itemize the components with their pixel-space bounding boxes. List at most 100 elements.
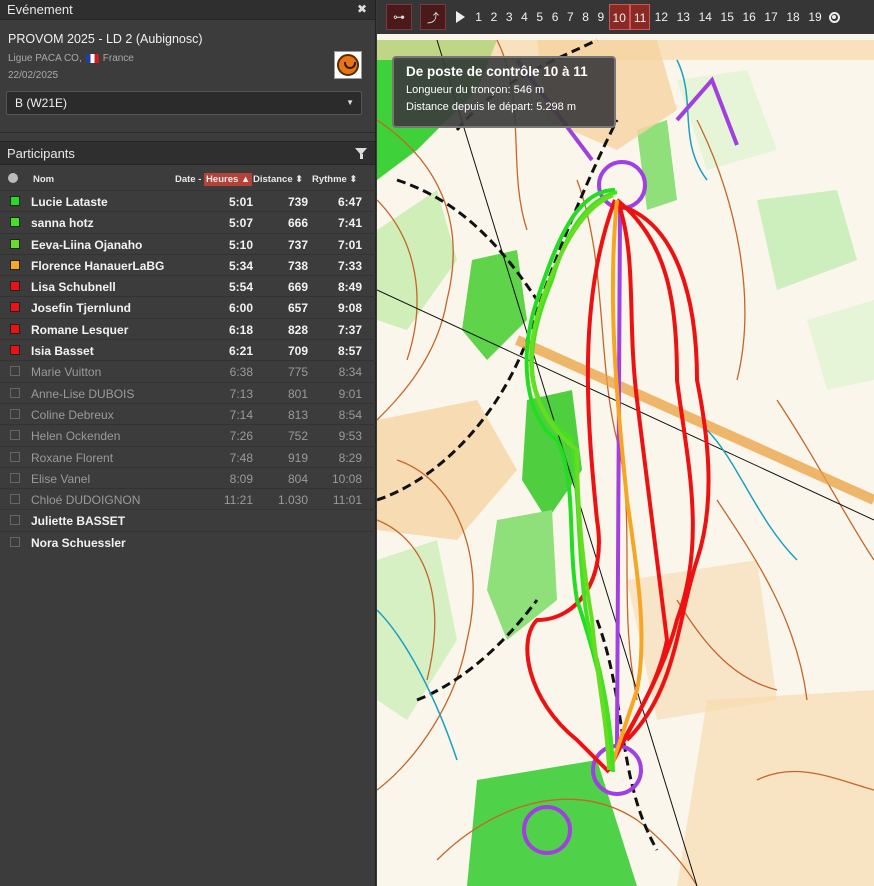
leg-button-18[interactable]: 18 [782,4,804,30]
column-header-distance[interactable]: Distance ⬍ [253,174,303,185]
leg-button-19[interactable]: 19 [804,4,826,30]
participant-checkbox[interactable] [10,196,20,206]
leg-button-9[interactable]: 9 [593,4,608,30]
participant-name: Romane Lesquer [31,322,129,337]
leg-split-icon[interactable]: ⊶ [386,4,412,30]
participant-distance: 813 [287,407,308,422]
map-canvas [377,38,874,886]
participant-distance: 919 [287,450,308,465]
category-select[interactable]: B (W21E) ▼ [6,91,362,115]
participant-pace: 7:01 [337,237,362,252]
participant-distance: 775 [287,365,308,380]
column-header-time[interactable]: Date - Heures ▲ [175,173,253,186]
participant-checkbox[interactable] [10,472,20,483]
table-row[interactable]: Helen Ockenden 7:26 752 9:53 [0,424,376,445]
participant-pace: 7:41 [337,216,362,231]
participant-checkbox[interactable] [10,430,20,441]
participant-pace: 7:37 [337,322,362,337]
column-header-name[interactable]: Nom [33,174,54,185]
participant-checkbox[interactable] [10,515,20,526]
participant-distance: 752 [287,429,308,444]
table-row[interactable]: Isia Basset 6:21 709 8:57 [0,339,376,360]
participant-pace: 7:33 [337,258,362,273]
participant-distance: 666 [287,216,308,231]
participant-time: 7:13 [229,386,253,401]
leg-button-6[interactable]: 6 [547,4,562,30]
table-row[interactable]: Juliette BASSET [0,509,376,530]
participant-name: Eeva-Liina Ojanaho [31,237,143,252]
control-10[interactable] [597,160,647,210]
leg-button-8[interactable]: 8 [578,4,593,30]
leg-button-7[interactable]: 7 [563,4,578,30]
participant-checkbox[interactable] [10,238,20,249]
table-row[interactable]: Romane Lesquer 6:18 828 7:37 [0,317,376,339]
leg-button-4[interactable]: 4 [517,4,532,30]
participant-pace: 9:01 [338,386,362,401]
participant-pace: 6:47 [337,195,362,209]
route-icon[interactable]: ⤴ [420,4,446,30]
participant-checkbox[interactable] [10,408,20,419]
participant-pace: 8:57 [337,344,362,359]
participant-checkbox[interactable] [10,217,20,228]
leg-button-2[interactable]: 2 [486,4,501,30]
participant-time: 5:34 [228,258,253,273]
leg-button-3[interactable]: 3 [502,4,517,30]
participant-checkbox[interactable] [10,387,20,398]
play-icon[interactable] [456,11,465,23]
table-header: Nom Date - Heures ▲ Distance ⬍ Rythme ⬍ [0,168,376,190]
table-row[interactable]: Elise Vanel 8:09 804 10:08 [0,466,376,488]
participant-checkbox[interactable] [10,451,20,462]
table-row[interactable]: Lucie Lataste 5:01 739 6:47 [0,190,376,211]
table-row[interactable]: Marie Vuitton 6:38 775 8:34 [0,360,376,381]
select-all-toggle[interactable] [8,173,18,183]
participant-time: 5:01 [228,195,253,209]
leg-button-17[interactable]: 17 [760,4,782,30]
column-header-pace[interactable]: Rythme ⬍ [312,174,357,185]
table-row[interactable]: Anne-Lise DUBOIS 7:13 801 9:01 [0,381,376,403]
filter-icon[interactable] [355,148,367,159]
participant-time: 11:21 [223,493,253,508]
participant-distance: 709 [287,344,308,359]
participant-checkbox[interactable] [10,302,20,313]
table-row[interactable]: Josefin Tjernlund 6:00 657 9:08 [0,296,376,317]
club-logo [334,51,362,79]
leg-distance-from-start: Distance depuis le départ: 5.298 m [406,101,576,113]
leg-button-12[interactable]: 12 [650,4,672,30]
table-row[interactable]: Florence HanauerLaBG 5:34 738 7:33 [0,253,376,275]
table-row[interactable]: sanna hotz 5:07 666 7:41 [0,211,376,232]
participant-checkbox[interactable] [10,259,20,270]
participant-name: Isia Basset [31,344,94,359]
leg-button-16[interactable]: 16 [738,4,760,30]
leg-button-15[interactable]: 15 [716,4,738,30]
participant-checkbox[interactable] [10,281,20,292]
leg-button-14[interactable]: 14 [694,4,716,30]
orienteering-map[interactable] [377,0,874,886]
table-row[interactable]: Roxane Florent 7:48 919 8:29 [0,445,376,467]
event-title: PROVOM 2025 - LD 2 (Aubignosc) [8,32,203,46]
leg-button-13[interactable]: 13 [672,4,694,30]
finish-icon[interactable] [828,11,840,23]
leg-button-5[interactable]: 5 [532,4,547,30]
participant-checkbox[interactable] [10,366,20,377]
participant-name: Lisa Schubnell [31,280,116,295]
participant-time: 5:07 [228,216,253,231]
leg-button-10[interactable]: 10 [608,4,630,30]
participant-name: Florence HanauerLaBG [31,258,165,273]
participant-checkbox[interactable] [10,536,20,547]
leg-button-1[interactable]: 1 [471,4,486,30]
chevron-down-icon: ▼ [346,98,354,107]
table-row[interactable]: Chloé DUDOIGNON 11:21 1.030 11:01 [0,488,376,509]
participant-checkbox[interactable] [10,323,20,334]
table-row[interactable]: Lisa Schubnell 5:54 669 8:49 [0,275,376,296]
participant-checkbox[interactable] [10,494,20,505]
table-row[interactable]: Eeva-Liina Ojanaho 5:10 737 7:01 [0,232,376,254]
participant-time: 5:54 [228,280,253,295]
table-row[interactable]: Coline Debreux 7:14 813 8:54 [0,402,376,424]
participant-name: Juliette BASSET [31,514,126,529]
leg-button-11[interactable]: 11 [629,4,651,30]
close-icon[interactable]: ✖ [357,0,367,19]
table-row[interactable]: Nora Schuessler [0,530,376,552]
participant-checkbox[interactable] [10,345,20,356]
participant-distance: 669 [287,280,308,295]
participant-name: Roxane Florent [31,450,114,465]
